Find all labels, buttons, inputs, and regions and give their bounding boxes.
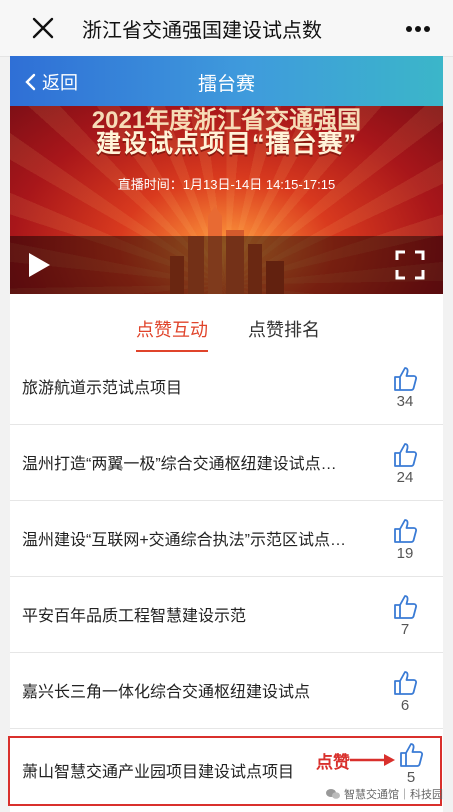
video-controls xyxy=(10,236,443,294)
like-button[interactable]: 7 xyxy=(388,594,422,638)
window-title: 浙江省交通强国建设试点数 xyxy=(82,20,322,42)
page-header: 返回 擂台赛 xyxy=(10,56,443,106)
project-name: 平安百年品质工程智慧建设示范 xyxy=(22,608,247,625)
tab-like-interaction[interactable]: 点赞互动 xyxy=(136,316,208,352)
project-name: 萧山智慧交通产业园项目建设试点项目 xyxy=(22,764,295,781)
live-video-banner[interactable]: 2021年度浙江省交通强国 建设试点项目“擂台赛” 直播时间：1月13日-14日… xyxy=(10,106,443,294)
chevron-left-icon xyxy=(25,73,36,91)
like-annotation: 点赞 xyxy=(316,753,350,772)
thumbs-up-icon xyxy=(394,367,418,391)
list-item: 嘉兴长三角一体化综合交通枢纽建设试点 6 xyxy=(10,658,443,729)
like-count: 5 xyxy=(406,769,416,786)
like-button[interactable]: 34 xyxy=(388,366,422,410)
fullscreen-icon[interactable] xyxy=(395,250,425,280)
tab-like-ranking[interactable]: 点赞排名 xyxy=(248,316,320,342)
back-button[interactable]: 返回 xyxy=(24,69,78,95)
like-count: 7 xyxy=(400,621,410,638)
thumbs-up-icon xyxy=(394,671,418,695)
list-item: 旅游航道示范试点项目 34 xyxy=(10,354,443,425)
wechat-icon xyxy=(326,789,340,799)
like-button[interactable]: 5 xyxy=(394,742,428,786)
project-name: 温州打造“两翼一极”综合交通枢纽建设试点… xyxy=(22,456,337,473)
like-count: 19 xyxy=(396,545,414,562)
play-icon[interactable] xyxy=(26,251,52,279)
like-count: 24 xyxy=(396,469,414,486)
like-button[interactable]: 6 xyxy=(388,670,422,714)
right-margin xyxy=(443,56,453,812)
watermark: 智慧交通馆｜科技园 xyxy=(326,786,443,802)
like-button[interactable]: 19 xyxy=(388,518,422,562)
list-item: 平安百年品质工程智慧建设示范 7 xyxy=(10,582,443,653)
banner-title-line2: 建设试点项目“擂台赛” xyxy=(95,130,357,158)
like-button[interactable]: 24 xyxy=(388,442,422,486)
more-icon[interactable] xyxy=(405,25,431,33)
thumbs-up-icon xyxy=(394,519,418,543)
thumbs-up-icon xyxy=(394,595,418,619)
like-count: 6 xyxy=(400,697,410,714)
list-item: 温州打造“两翼一极”综合交通枢纽建设试点… 24 xyxy=(10,430,443,501)
arrow-right-icon xyxy=(350,754,395,766)
back-label: 返回 xyxy=(42,73,78,93)
thumbs-up-icon xyxy=(400,743,424,767)
project-name: 旅游航道示范试点项目 xyxy=(22,380,183,397)
close-icon[interactable] xyxy=(30,15,56,41)
like-count: 34 xyxy=(396,393,414,410)
broadcast-time: 直播时间：1月13日-14日 14:15-17:15 xyxy=(117,177,336,192)
project-name: 嘉兴长三角一体化综合交通枢纽建设试点 xyxy=(22,684,311,701)
thumbs-up-icon xyxy=(394,443,418,467)
tab-bar: 点赞互动 点赞排名 xyxy=(10,300,443,352)
project-name: 温州建设“互联网+交通综合执法”示范区试点… xyxy=(22,532,347,549)
wechat-title-bar: 浙江省交通强国建设试点数 xyxy=(0,0,453,57)
list-item: 温州建设“互联网+交通综合执法”示范区试点… 19 xyxy=(10,506,443,577)
left-margin xyxy=(0,56,10,812)
watermark-text: 智慧交通馆｜科技园 xyxy=(344,789,443,801)
